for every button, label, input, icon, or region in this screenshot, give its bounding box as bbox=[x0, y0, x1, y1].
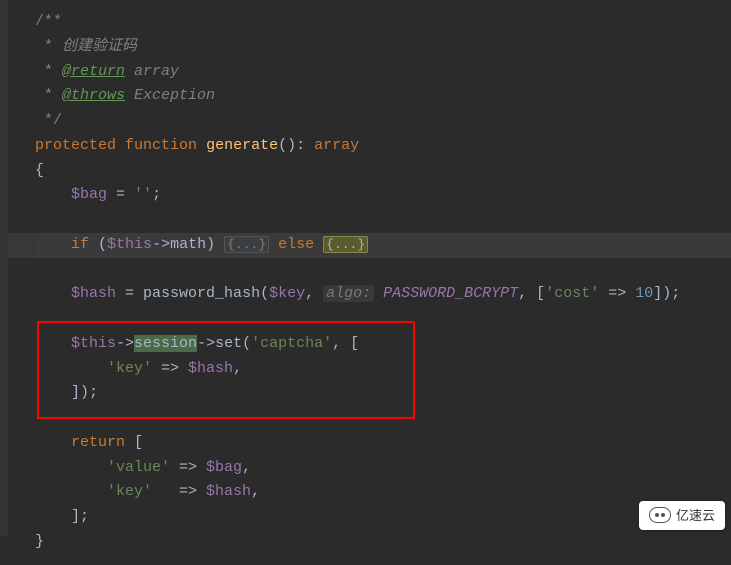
code-line: { bbox=[35, 159, 731, 184]
code-line: * @return array bbox=[35, 60, 731, 85]
code-line: ]; bbox=[35, 505, 731, 530]
code-fold-icon[interactable]: {...} bbox=[323, 236, 368, 253]
code-fold-icon[interactable]: {...} bbox=[224, 236, 269, 253]
cloud-icon bbox=[649, 507, 671, 523]
code-line: $bag = ''; bbox=[35, 183, 731, 208]
code-line: 'key' => $hash, bbox=[35, 357, 731, 382]
code-line bbox=[35, 258, 731, 283]
code-line: $hash = password_hash($key, algo: PASSWO… bbox=[35, 282, 731, 307]
code-line: $this->session->set('captcha', [ bbox=[35, 332, 731, 357]
code-line: return [ bbox=[35, 431, 731, 456]
code-line: ]); bbox=[35, 381, 731, 406]
code-line: * 创建验证码 bbox=[35, 35, 731, 60]
watermark-text: 亿速云 bbox=[676, 505, 715, 526]
code-line bbox=[35, 208, 731, 233]
code-line: protected function generate(): array bbox=[35, 134, 731, 159]
code-line: 'key' => $hash, bbox=[35, 480, 731, 505]
code-line: } bbox=[35, 530, 731, 555]
parameter-hint: algo: bbox=[323, 285, 374, 302]
code-line-highlighted: if ($this->math) {...} else {...} bbox=[35, 233, 731, 258]
selected-text: session bbox=[134, 335, 197, 352]
watermark-badge: 亿速云 bbox=[639, 501, 725, 530]
code-editor-content: /** * 创建验证码 * @return array * @throws Ex… bbox=[0, 0, 731, 565]
code-line bbox=[35, 307, 731, 332]
code-line: 'value' => $bag, bbox=[35, 456, 731, 481]
code-line: * @throws Exception bbox=[35, 84, 731, 109]
code-line: */ bbox=[35, 109, 731, 134]
code-line: /** bbox=[35, 10, 731, 35]
code-line bbox=[35, 406, 731, 431]
